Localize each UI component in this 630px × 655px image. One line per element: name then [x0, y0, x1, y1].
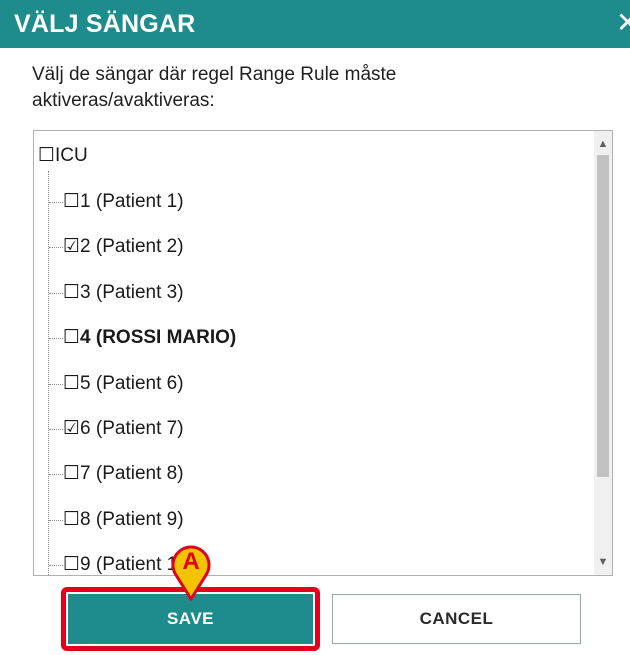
tree-item-bed-5[interactable]: ☐5 (Patient 6): [63, 369, 184, 399]
dialog-titlebar: VÄLJ SÄNGAR ✕: [0, 0, 630, 48]
tree-branch: [49, 384, 63, 385]
tree-root-icu[interactable]: ☐ICU: [38, 141, 88, 171]
dialog-title: VÄLJ SÄNGAR: [14, 10, 196, 38]
vertical-scrollbar[interactable]: ▲ ▼: [594, 131, 612, 575]
bed-tree: ☐ICU ☐1 (Patient 1) ☑2 (Patient 2) ☐3 (P…: [33, 130, 613, 576]
scroll-down-icon[interactable]: ▼: [594, 553, 612, 571]
select-beds-dialog: VÄLJ SÄNGAR ✕ Välj de sängar där regel R…: [0, 0, 630, 655]
tree-branch: [49, 520, 63, 521]
cancel-button[interactable]: CANCEL: [332, 594, 581, 644]
tree-item-bed-2[interactable]: ☑2 (Patient 2): [63, 232, 184, 262]
tree-item-bed-1[interactable]: ☐1 (Patient 1): [63, 187, 184, 217]
tree-branch: [49, 293, 63, 294]
tree-item-bed-3[interactable]: ☐3 (Patient 3): [63, 278, 184, 308]
save-button[interactable]: SAVE: [68, 594, 313, 644]
tree-item-bed-6[interactable]: ☑6 (Patient 7): [63, 414, 184, 444]
scroll-up-icon[interactable]: ▲: [594, 135, 612, 153]
tree-item-bed-4[interactable]: ☐4 (ROSSI MARIO): [63, 323, 236, 353]
instruction-text: Välj de sängar där regel Range Rule måst…: [32, 64, 397, 111]
tree-branch: [49, 474, 63, 475]
tree-item-bed-7[interactable]: ☐7 (Patient 8): [63, 459, 184, 489]
tree-branch: [49, 338, 63, 339]
scrollbar-thumb[interactable]: [597, 155, 609, 477]
tree-branch: [49, 565, 63, 566]
tree-branch: [49, 202, 63, 203]
tree-item-bed-9[interactable]: ☐9 (Patient 10): [63, 550, 194, 575]
tree-item-bed-8[interactable]: ☐8 (Patient 9): [63, 505, 184, 535]
tree-branch: [49, 429, 63, 430]
tree-branch: [49, 247, 63, 248]
close-icon[interactable]: ✕: [616, 8, 630, 40]
tree-connector: [48, 171, 49, 575]
